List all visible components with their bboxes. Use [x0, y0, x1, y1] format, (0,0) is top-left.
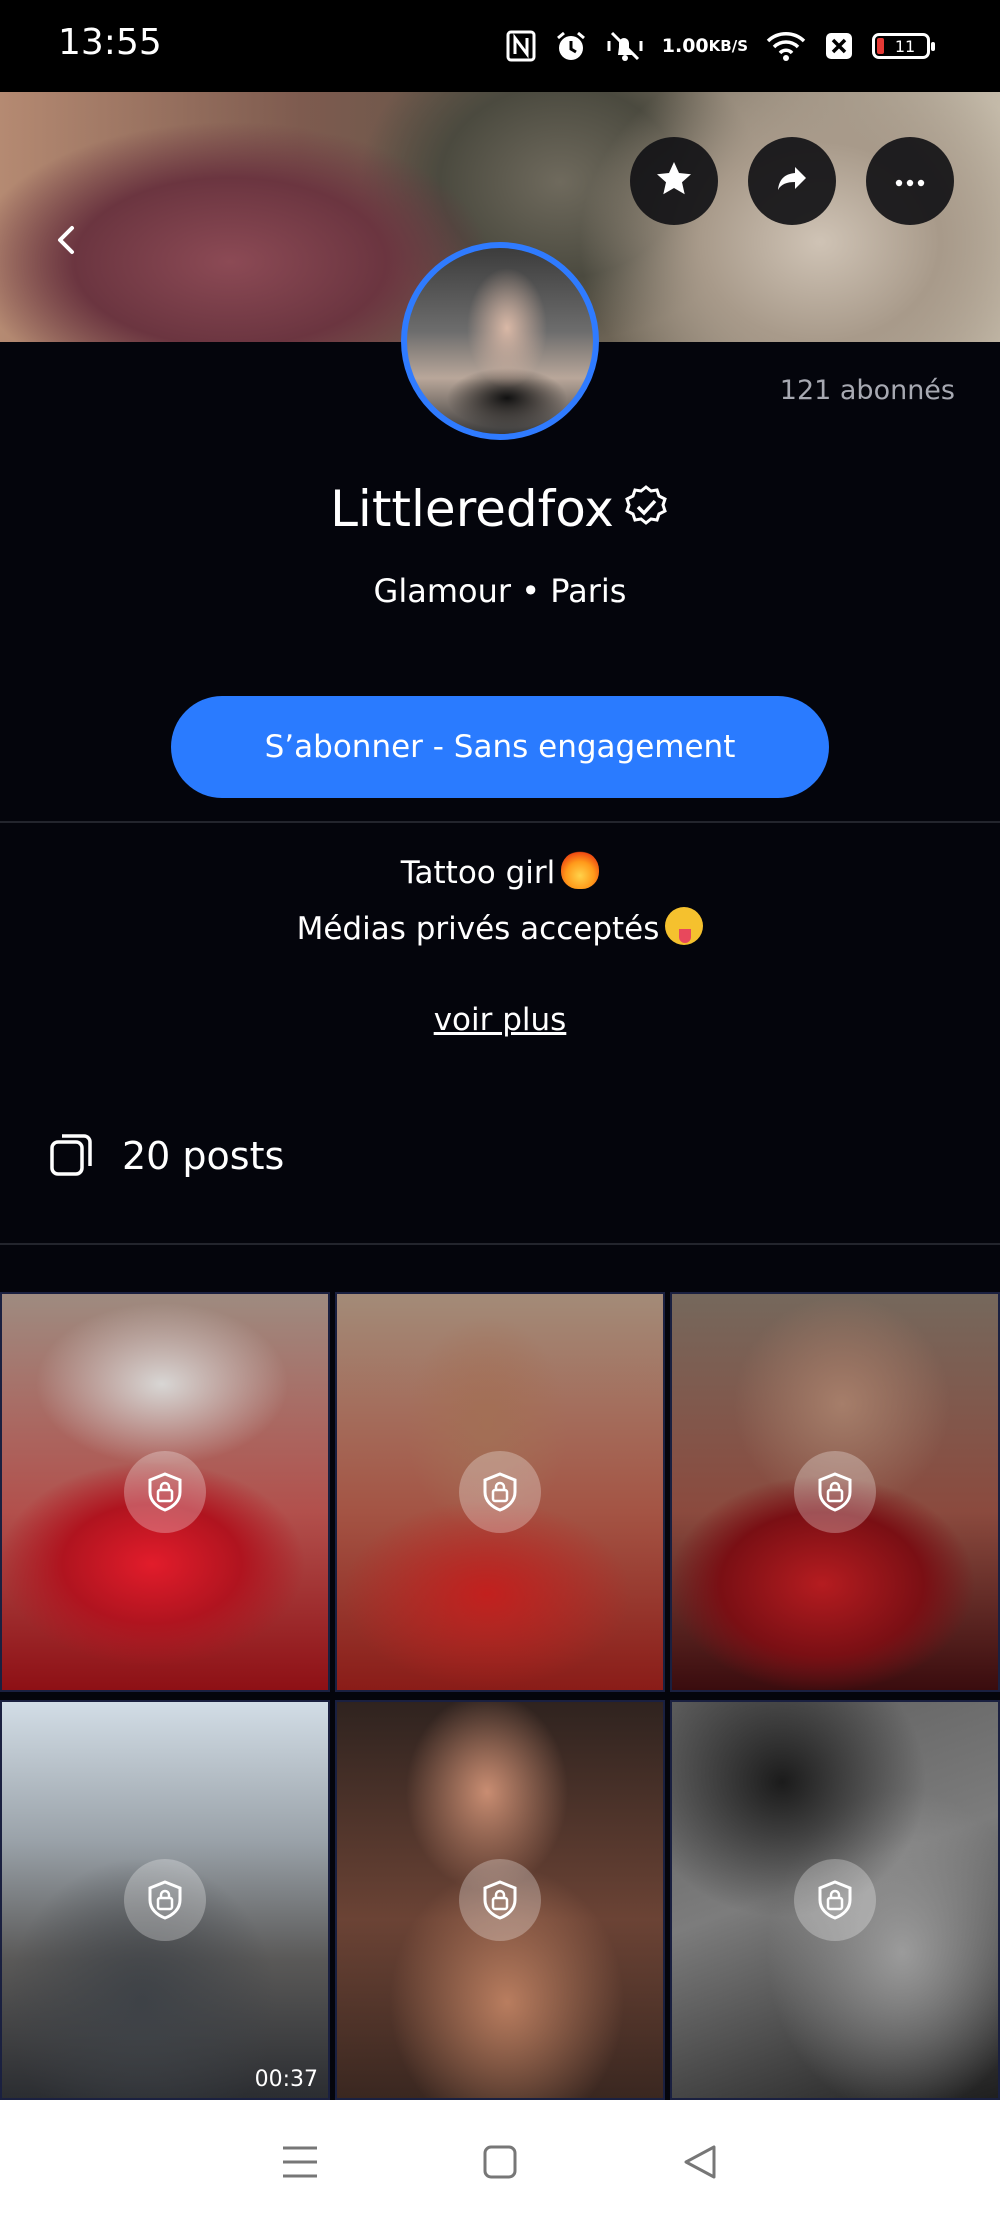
lock-icon [794, 1451, 876, 1533]
back-triangle-icon[interactable] [670, 2132, 730, 2192]
home-square-icon[interactable] [470, 2132, 530, 2192]
posts-count: 20 posts [122, 1134, 285, 1178]
sim-off-icon [824, 31, 854, 61]
post-tile[interactable] [335, 1292, 665, 1692]
battery-icon: 11 [872, 33, 935, 59]
lock-icon [794, 1859, 876, 1941]
status-icons: 1.00 KB/S 11 [506, 26, 935, 66]
post-tile[interactable] [670, 1292, 1000, 1692]
subscribe-button[interactable]: S’abonner - Sans engagement [171, 696, 829, 798]
favorite-button[interactable] [630, 137, 718, 225]
share-button[interactable] [748, 137, 836, 225]
net-speed-unit: KB/S [708, 36, 748, 55]
divider [0, 1243, 1000, 1245]
share-icon [775, 164, 809, 198]
post-tile[interactable] [670, 1700, 1000, 2100]
posts-header: 20 posts [48, 1130, 284, 1182]
post-tile[interactable]: 00:37 [0, 1700, 330, 2100]
post-tile[interactable] [0, 1292, 330, 1692]
posts-grid: 00:37 [0, 1292, 1000, 2100]
posts-stack-icon [48, 1130, 96, 1182]
profile-name: Littleredfox [330, 480, 614, 538]
battery-level: 11 [894, 36, 916, 56]
lock-icon [124, 1859, 206, 1941]
followers-count: 121 abonnés [779, 375, 955, 406]
bio-line-2: Médias privés acceptés [0, 901, 1000, 957]
nfc-icon [506, 30, 536, 62]
video-duration: 00:37 [254, 2067, 318, 2092]
bio-line-1: Tattoo girl [0, 845, 1000, 901]
lock-icon [124, 1451, 206, 1533]
back-chevron-icon[interactable] [46, 220, 86, 260]
alarm-icon [554, 29, 588, 63]
star-icon [654, 159, 694, 203]
bio-line-1-text: Tattoo girl [400, 855, 556, 891]
bio: Tattoo girl Médias privés acceptés [0, 845, 1000, 957]
net-speed: 1.00 KB/S [661, 34, 748, 57]
verified-badge-icon [622, 483, 670, 535]
profile-subtitle: Glamour • Paris [373, 572, 627, 610]
more-options-button[interactable] [866, 137, 954, 225]
avatar[interactable] [401, 242, 599, 440]
lock-icon [459, 1859, 541, 1941]
divider [0, 821, 1000, 823]
vibrate-off-icon [606, 29, 644, 63]
more-icon [895, 172, 925, 191]
profile-name-row: Littleredfox [0, 480, 1000, 538]
net-speed-value: 1.00 [661, 34, 709, 57]
bio-line-2-text: Médias privés acceptés [296, 911, 660, 947]
fire-emoji [561, 851, 600, 889]
menu-icon[interactable] [270, 2132, 330, 2192]
wifi-icon [766, 30, 806, 62]
post-tile[interactable] [335, 1700, 665, 2100]
status-time: 13:55 [58, 22, 162, 63]
see-more-link[interactable]: voir plus [0, 1002, 1000, 1038]
system-nav-bar [0, 2100, 1000, 2223]
lock-icon [459, 1451, 541, 1533]
status-bar: 13:55 1.00 KB/S 11 [0, 0, 1000, 92]
winking-tongue-emoji [665, 907, 704, 945]
